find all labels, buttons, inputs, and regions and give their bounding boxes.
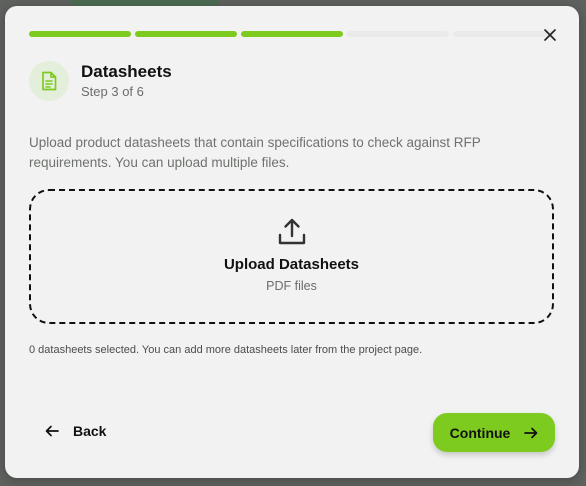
close-button[interactable] xyxy=(541,26,559,44)
dropzone-title: Upload Datasheets xyxy=(223,256,360,273)
arrow-left-icon xyxy=(45,425,59,437)
upload-icon xyxy=(278,218,305,245)
instructions-text: Upload product datasheets that contain s… xyxy=(29,135,481,170)
progress-segment-4 xyxy=(347,31,449,37)
page-title: Datasheets xyxy=(81,62,172,81)
dialog-header: Datasheets Step 3 of 6 xyxy=(29,61,172,101)
continue-button-label: Continue xyxy=(449,424,511,441)
continue-button[interactable]: Continue xyxy=(433,413,555,452)
back-button[interactable]: Back xyxy=(45,423,106,439)
step-indicator: Step 3 of 6 xyxy=(81,84,144,99)
back-button-label: Back xyxy=(73,423,107,439)
wizard-dialog: Datasheets Step 3 of 6 Upload product da… xyxy=(5,6,579,478)
progress-segment-5 xyxy=(453,31,555,37)
progress-segment-3 xyxy=(241,31,343,37)
progress-segment-1 xyxy=(29,31,131,37)
document-icon-badge xyxy=(29,61,69,101)
upload-dropzone[interactable]: Upload Datasheets PDF files xyxy=(29,189,554,324)
document-icon xyxy=(42,71,57,91)
close-icon xyxy=(544,29,556,41)
selection-status: 0 datasheets selected. You can add more … xyxy=(29,344,423,356)
arrow-right-icon xyxy=(524,427,538,438)
progress-segment-2 xyxy=(135,31,237,37)
dropzone-file-type: PDF files xyxy=(266,279,317,293)
progress-bar xyxy=(29,31,555,37)
